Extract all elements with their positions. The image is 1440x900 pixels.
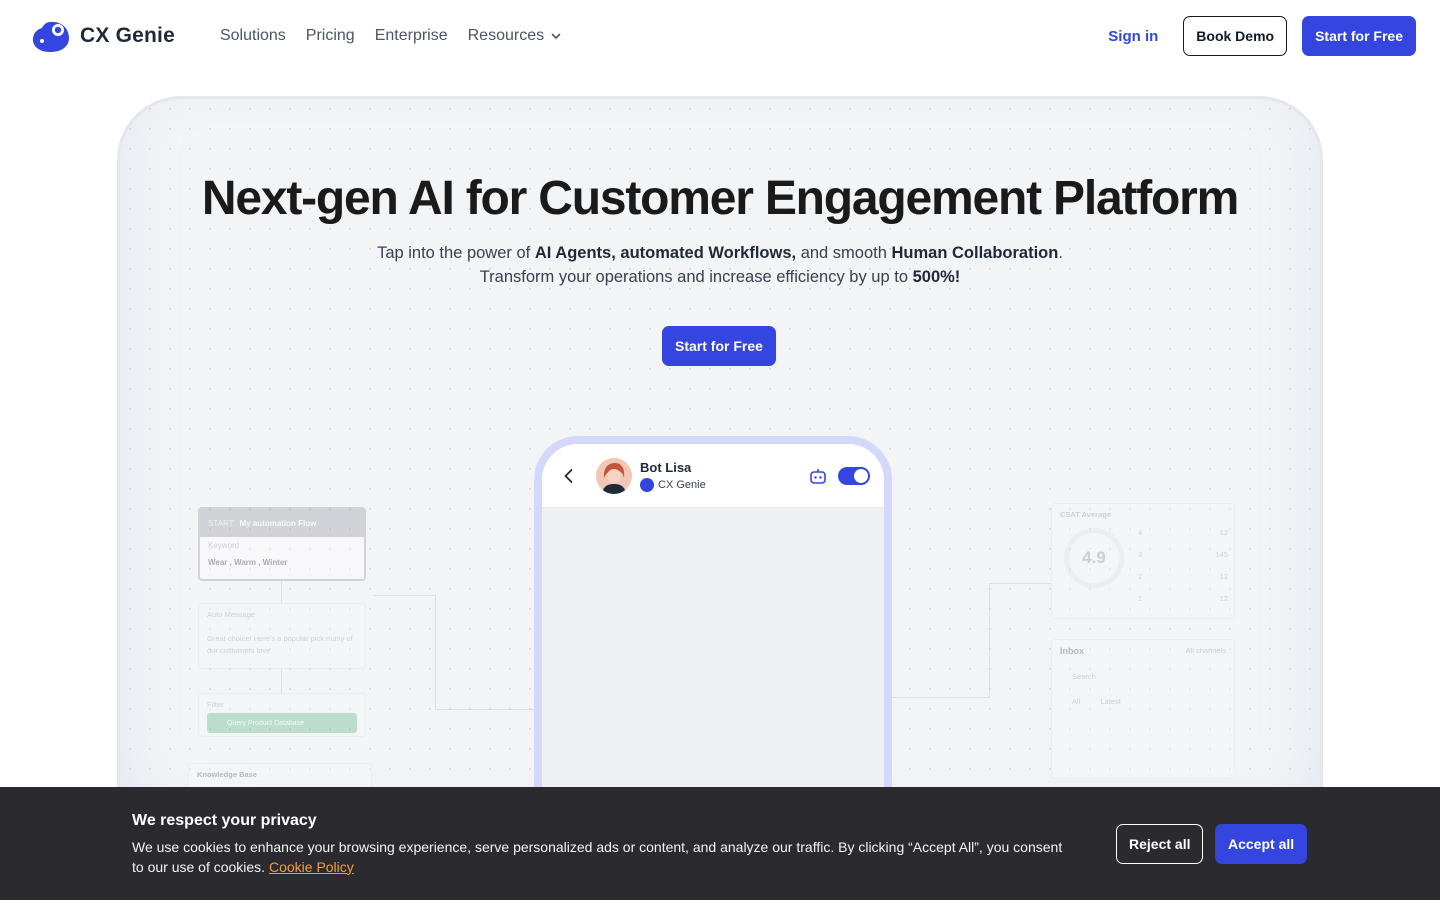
csat-row: 1 12 [1138,594,1228,616]
flow-connector [989,583,1051,584]
hero-sub-bold-2: Human Collaboration [891,244,1059,262]
accept-all-button[interactable]: Accept all [1215,824,1308,864]
flow-header: START My automation Flow [200,509,364,537]
flow-connector [435,709,535,710]
csat-value: 4.9 [1082,548,1106,567]
keyword-values: Wear , Warm , Winter [208,558,288,567]
back-arrow-icon[interactable] [560,467,578,485]
filter-label: Filter [207,700,224,709]
query-product-pill: Query Product Database [207,713,357,733]
csat-row: 4 12 [1138,528,1228,550]
cx-genie-badge-icon [640,477,654,492]
csat-row-star: 3 [1138,550,1143,559]
csat-row-count: 12 [1219,528,1228,537]
chevron-down-icon [551,33,561,40]
flow-connector [989,583,990,698]
flow-connector [281,581,282,603]
sign-in-link[interactable]: Sign in [1108,28,1158,45]
flow-title: My automation Flow [239,518,317,528]
bot-toggle-switch[interactable] [838,466,870,485]
bot-name: Bot Lisa [640,459,692,475]
start-free-hero-button[interactable]: Start for Free [662,326,776,366]
bot-avatar-portrait-icon [596,457,632,494]
nav-resources-label: Resources [467,27,545,44]
brand-name: CX Genie [80,24,175,47]
csat-card: CSAT Average 4.9 4 12 3 145 2 12 1 12 [1051,503,1235,619]
flow-connector [892,697,990,698]
cookie-title: We respect your privacy [132,812,317,829]
inbox-label: Inbox [1060,646,1084,656]
reject-all-button[interactable]: Reject all [1116,824,1204,864]
book-demo-button[interactable]: Book Demo [1183,16,1288,56]
keyword-label: Keyword [208,541,240,550]
nav-solutions[interactable]: Solutions [220,27,286,45]
csat-row-star: 1 [1138,594,1143,603]
hero-sub-text-2: and smooth [796,244,892,262]
hero-title: Next-gen AI for Customer Engagement Plat… [201,172,1239,225]
chat-controls [808,466,870,486]
inbox-filters: All Latest [1060,697,1226,706]
csat-row-count: 12 [1219,594,1228,603]
flow-connector [435,595,436,709]
inbox-channels: All channels [1185,646,1226,655]
inbox-latest: Latest [1100,697,1121,706]
hero-sub-line-2: Transform your operations and increase e… [479,268,913,286]
nav-enterprise[interactable]: Enterprise [375,27,448,45]
hero-subtitle: Tap into the power of AI Agents, automat… [120,241,1320,289]
kb-label: Knowledge Base [197,770,258,779]
cx-genie-logo-icon [32,21,69,52]
inbox-all: All [1072,697,1081,706]
inbox-search: Search [1072,672,1096,681]
csat-rows: 4 12 3 145 2 12 1 12 [1138,528,1228,616]
flow-keywords: Keyword Wear , Warm , Winter [200,537,364,571]
csat-row-count: 12 [1219,572,1228,581]
csat-row-star: 2 [1138,572,1143,581]
csat-row: 3 145 [1138,550,1228,572]
flow-start-label: START [208,518,234,528]
csat-row: 2 12 [1138,572,1228,594]
bot-org: CX Genie [640,477,706,492]
cookie-policy-link[interactable]: Cookie Policy [269,859,354,875]
csat-row-count: 145 [1215,550,1228,559]
filter-box: Filter Query Product Database [198,693,366,737]
csat-label: CSAT Average [1060,510,1111,519]
bot-info: Bot Lisa CX Genie [640,460,706,492]
cookie-text: We use cookies to enhance your browsing … [132,838,1072,877]
nav-pricing[interactable]: Pricing [306,27,355,45]
inbox-card: Inbox All channels Search All Latest [1051,639,1235,779]
automation-flow-card: START My automation Flow Keyword Wear , … [198,507,366,581]
auto-message-text: Great choice! Here's a popular pick many… [207,634,353,655]
robot-icon[interactable] [808,466,828,486]
bot-avatar [596,457,632,494]
hero-sub-text-3: . [1058,244,1063,262]
auto-message-box: Auto Message Great choice! Here's a popu… [198,603,366,669]
nav-resources[interactable]: Resources [468,27,562,45]
inbox-header: Inbox All channels [1060,646,1226,656]
hero-section: Next-gen AI for Customer Engagement Plat… [117,96,1323,856]
hero-sub-bold-1: AI Agents, automated Workflows, [534,244,797,262]
hero-sub-bold-3: 500%! [912,268,961,286]
brand-logo[interactable]: CX Genie [30,18,175,54]
auto-message-label: Auto Message [207,610,255,619]
flow-connector [281,669,282,693]
site-header: CX Genie Solutions Pricing Enterprise Re… [0,0,1440,72]
cookie-banner: We respect your privacy We use cookies t… [0,787,1440,900]
chat-header: Bot Lisa CX Genie [542,444,884,508]
hero-sub-text-1: Tap into the power of [377,244,535,262]
csat-row-star: 4 [1138,528,1143,537]
header-actions: Sign in Book Demo Start for Free [1108,16,1416,56]
start-free-header-button[interactable]: Start for Free [1302,16,1416,56]
bot-org-name: CX Genie [658,478,706,491]
csat-ring: 4.9 [1064,528,1124,588]
flow-connector [374,595,436,596]
main-nav: Solutions Pricing Enterprise Resources [220,27,562,45]
